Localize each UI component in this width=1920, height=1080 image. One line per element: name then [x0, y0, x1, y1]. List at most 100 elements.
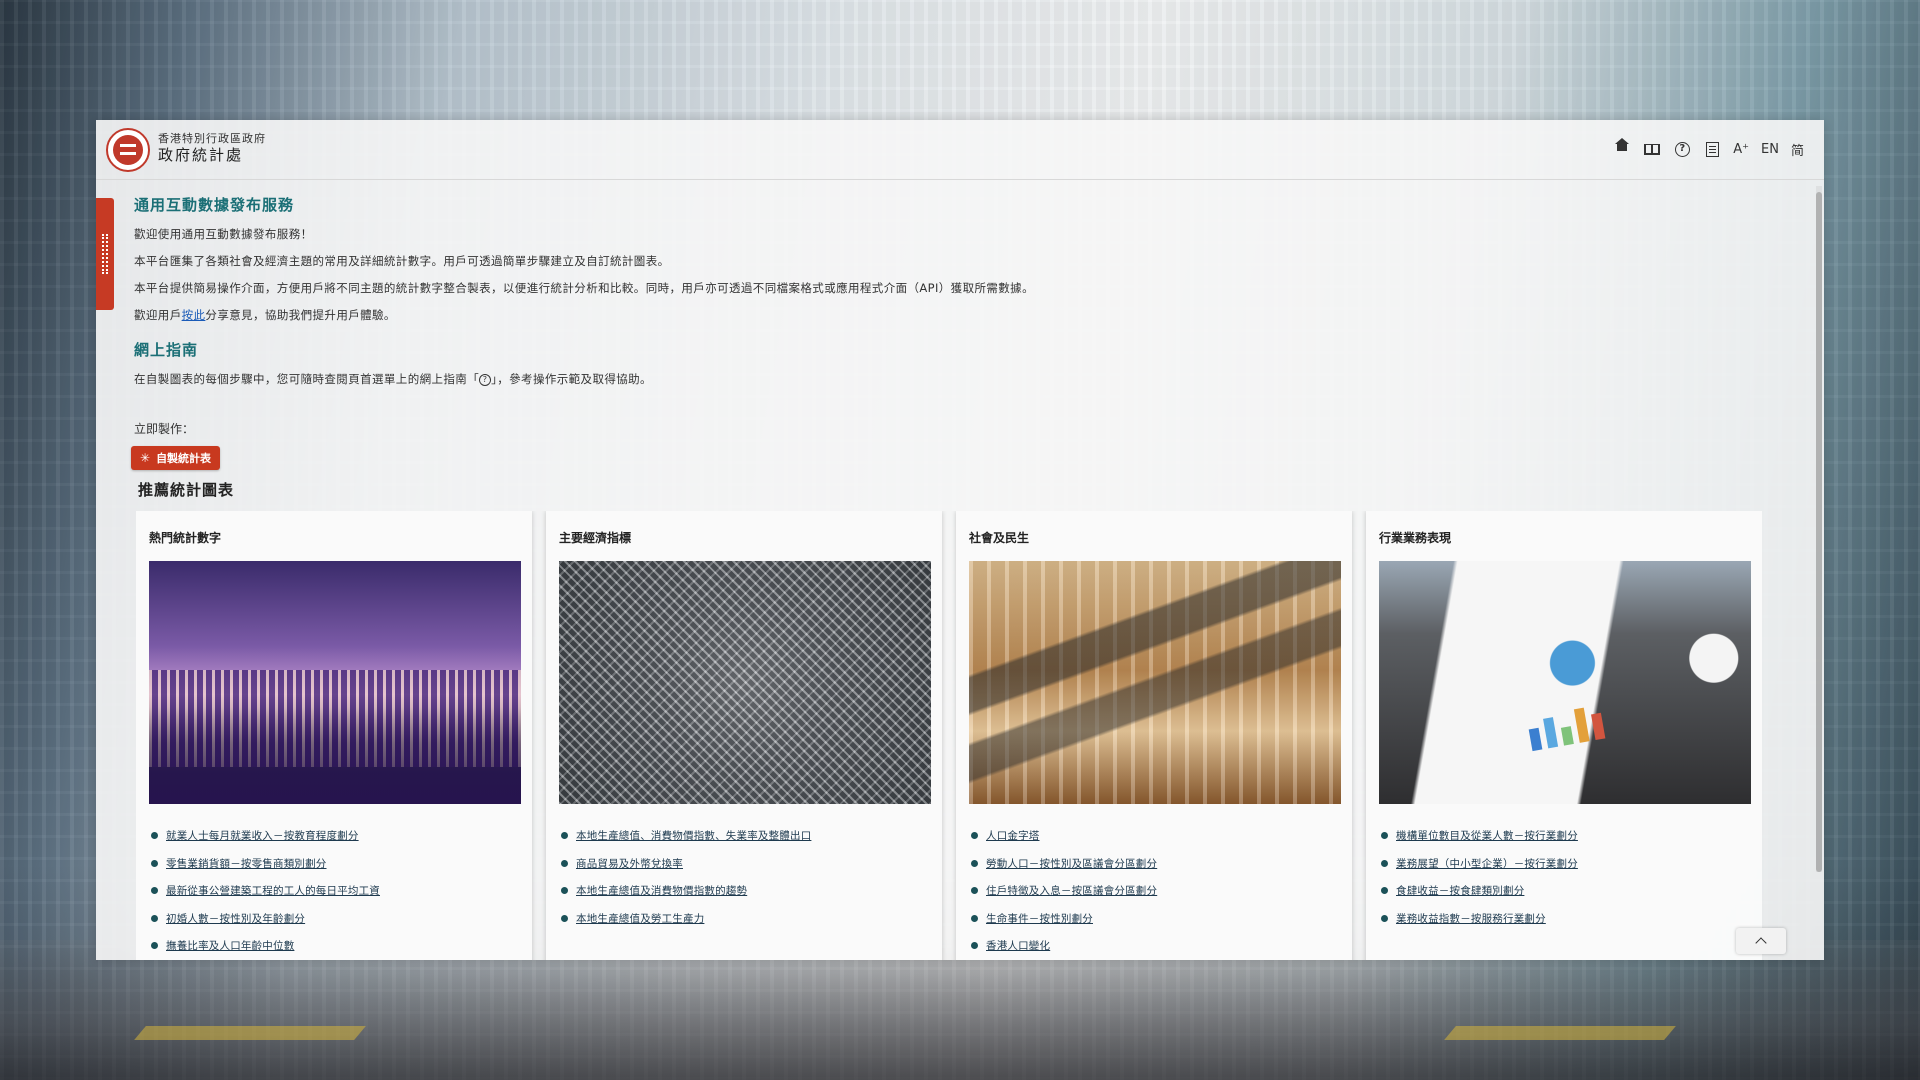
guide-book-button[interactable] [1643, 138, 1661, 160]
bullet-icon [1381, 832, 1388, 840]
home-icon [1615, 138, 1630, 155]
card-link-list: 就業人士每月就業收入－按教育程度劃分 零售業銷貨額－按零售商類別劃分 最新從事公… [149, 822, 519, 960]
list-item: 初婚人數－按性別及年齡劃分 [149, 905, 519, 933]
shopping-mall-image [969, 561, 1341, 804]
card-link[interactable]: 生命事件－按性別劃分 [986, 911, 1093, 926]
help-button[interactable]: ? [1673, 138, 1691, 160]
site-header: 香港特別行政區政府 政府統計處 ? A⁺ EN 简 [96, 120, 1824, 180]
intro-welcome: 歡迎使用通用互動數據發布服務！ [134, 227, 313, 241]
sparkle-icon: ✳ [140, 451, 151, 465]
bullet-icon [151, 832, 158, 840]
card-economic-indicators: 主要經濟指標 本地生產總值、消費物價指數、失業率及整體出口 商品貿易及外幣兌換率… [546, 511, 942, 960]
help-icon: ? [1674, 141, 1690, 157]
bullet-icon [971, 914, 978, 922]
feedback-text-before: 歡迎用戶 [134, 308, 182, 322]
card-link[interactable]: 就業人士每月就業收入－按教育程度劃分 [166, 828, 359, 843]
bullet-icon [151, 914, 158, 922]
font-size-button[interactable]: A⁺ [1733, 138, 1749, 160]
list-item: 香港人口變化 [969, 932, 1339, 960]
list-item: 生命事件－按性別劃分 [969, 905, 1339, 933]
card-link[interactable]: 零售業銷貨額－按零售商類別劃分 [166, 856, 327, 871]
intro-features: 本平台提供簡易操作介面，方便用戶將不同主題的統計數字整合製表，以便進行統計分析和… [134, 281, 1034, 295]
list-item: 機構單位數目及從業人數－按行業劃分 [1379, 822, 1749, 850]
recommended-cards: 熱門統計數字 就業人士每月就業收入－按教育程度劃分 零售業銷貨額－按零售商類別劃… [136, 511, 1762, 960]
hong-kong-skyline-image [149, 561, 521, 804]
card-link[interactable]: 撫養比率及人口年齡中位數 [166, 938, 294, 953]
card-link[interactable]: 香港人口變化 [986, 938, 1050, 953]
feedback-side-tab[interactable] [96, 198, 114, 310]
guide-text-after: 」，參考操作示範及取得協助。 [491, 372, 652, 386]
card-title: 熱門統計數字 [149, 531, 222, 545]
list-item: 業務收益指數－按服務行業劃分 [1379, 905, 1749, 933]
card-link[interactable]: 本地生產總值及消費物價指數的趨勢 [576, 883, 747, 898]
language-en-button[interactable]: EN [1761, 138, 1779, 160]
card-link[interactable]: 業務展望（中小型企業）－按行業劃分 [1396, 856, 1578, 871]
card-title: 社會及民生 [969, 531, 1030, 545]
main-panel: 香港特別行政區政府 政府統計處 ? A⁺ EN 简 通用互動數據發布服務 歡迎使… [96, 120, 1824, 960]
card-link-list: 本地生產總值、消費物價指數、失業率及整體出口 商品貿易及外幣兌換率 本地生產總值… [559, 822, 929, 932]
help-icon: ? [479, 373, 492, 386]
main-content: 通用互動數據發布服務 歡迎使用通用互動數據發布服務！ 本平台匯集了各類社會及經濟… [131, 194, 1784, 500]
guide-text: 在自製圖表的每個步驟中，您可隨時查閱頁首選單上的網上指南「? 」，參考操作示範及取… [134, 371, 1784, 387]
list-item: 人口金字塔 [969, 822, 1339, 850]
intro-title: 通用互動數據發布服務 [134, 196, 295, 214]
hksar-logo[interactable] [106, 128, 150, 172]
vertical-scrollbar[interactable] [1816, 186, 1822, 872]
back-to-top-button[interactable] [1736, 928, 1786, 954]
document-icon [1705, 141, 1719, 157]
book-icon [1644, 143, 1661, 155]
bullet-icon [561, 914, 568, 922]
intro-feedback: 歡迎用戶按此分享意見，協助我們提升用戶體驗。 [134, 307, 1784, 323]
create-table-label: 自製統計表 [156, 452, 212, 465]
card-link[interactable]: 本地生產總值及勞工生產力 [576, 911, 704, 926]
org-department-name: 政府統計處 [158, 146, 244, 165]
chart-bars-decoration [1527, 705, 1606, 752]
bullet-icon [561, 887, 568, 895]
bullet-icon [1381, 859, 1388, 867]
home-button[interactable] [1613, 138, 1631, 160]
drag-handle-icon [102, 234, 108, 274]
list-item: 本地生產總值及消費物價指數的趨勢 [559, 877, 929, 905]
business-charts-image [1379, 561, 1751, 804]
feedback-link[interactable]: 按此 [182, 308, 206, 322]
logo-emblem-icon [113, 135, 143, 165]
aerial-city-image [559, 561, 931, 804]
bullet-icon [151, 887, 158, 895]
create-table-button[interactable]: ✳ 自製統計表 [131, 446, 221, 470]
card-link-list: 機構單位數目及從業人數－按行業劃分 業務展望（中小型企業）－按行業劃分 食肆收益… [1379, 822, 1749, 932]
card-link[interactable]: 勞動人口－按性別及區議會分區劃分 [986, 856, 1157, 871]
list-item: 零售業銷貨額－按零售商類別劃分 [149, 850, 519, 878]
card-society-livelihood: 社會及民生 人口金字塔 勞動人口－按性別及區議會分區劃分 住戶特徵及入息－按區議… [956, 511, 1352, 960]
card-link[interactable]: 初婚人數－按性別及年齡劃分 [166, 911, 305, 926]
card-popular-statistics: 熱門統計數字 就業人士每月就業收入－按教育程度劃分 零售業銷貨額－按零售商類別劃… [136, 511, 532, 960]
background-road-marking [1444, 1026, 1676, 1040]
card-link[interactable]: 住戶特徵及入息－按區議會分區劃分 [986, 883, 1157, 898]
card-link[interactable]: 機構單位數目及從業人數－按行業劃分 [1396, 828, 1578, 843]
bullet-icon [971, 942, 978, 950]
list-item: 業務展望（中小型企業）－按行業劃分 [1379, 850, 1749, 878]
list-item: 本地生產總值及勞工生產力 [559, 905, 929, 933]
list-item: 食肆收益－按食肆類別劃分 [1379, 877, 1749, 905]
card-link[interactable]: 本地生產總值、消費物價指數、失業率及整體出口 [576, 828, 811, 843]
card-link[interactable]: 最新從事公營建築工程的工人的每日平均工資 [166, 883, 380, 898]
card-link[interactable]: 業務收益指數－按服務行業劃分 [1396, 911, 1546, 926]
list-item: 勞動人口－按性別及區議會分區劃分 [969, 850, 1339, 878]
bullet-icon [971, 859, 978, 867]
card-link-list: 人口金字塔 勞動人口－按性別及區議會分區劃分 住戶特徵及入息－按區議會分區劃分 … [969, 822, 1339, 960]
document-button[interactable] [1703, 138, 1721, 160]
bullet-icon [151, 859, 158, 867]
card-link[interactable]: 商品貿易及外幣兌換率 [576, 856, 683, 871]
list-item: 就業人士每月就業收入－按教育程度劃分 [149, 822, 519, 850]
header-toolbar: ? A⁺ EN 简 [1613, 138, 1804, 160]
scrollbar-thumb[interactable] [1816, 192, 1822, 872]
card-title: 主要經濟指標 [559, 531, 632, 545]
organization-name[interactable]: 香港特別行政區政府 政府統計處 [158, 132, 266, 165]
chevron-up-icon [1755, 937, 1767, 949]
make-now-label: 立即製作： [134, 422, 195, 436]
guide-text-before: 在自製圖表的每個步驟中，您可隨時查閱頁首選單上的網上指南「 [134, 372, 480, 386]
card-link[interactable]: 人口金字塔 [986, 828, 1040, 843]
language-sc-button[interactable]: 简 [1791, 138, 1804, 160]
card-link[interactable]: 食肆收益－按食肆類別劃分 [1396, 883, 1524, 898]
card-title: 行業業務表現 [1379, 531, 1452, 545]
feedback-text-after: 分享意見，協助我們提升用戶體驗。 [205, 308, 396, 322]
